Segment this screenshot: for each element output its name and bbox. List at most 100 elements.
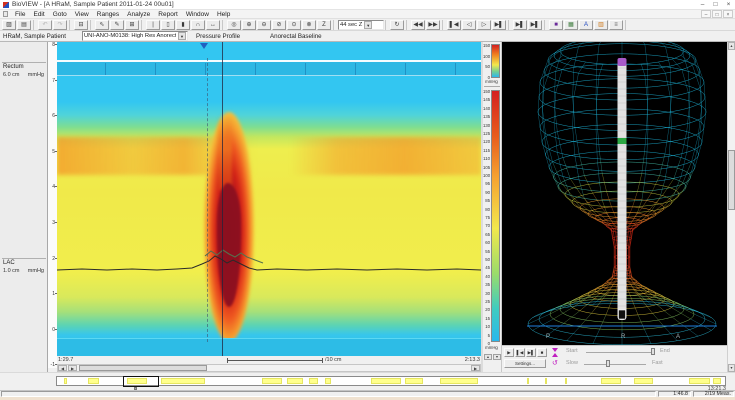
menu-goto[interactable]: Goto [49, 10, 71, 19]
scroll-down-icon[interactable]: ▼ [728, 364, 735, 372]
step-back-button[interactable]: ▌◀ [515, 348, 525, 357]
channel-rectum-name[interactable]: Rectum [3, 64, 24, 70]
recorded-segment[interactable] [287, 378, 303, 384]
event-marker-icon[interactable] [200, 43, 208, 49]
toolbar-next-event-icon[interactable]: ▷ [477, 20, 491, 30]
overview-strip[interactable] [56, 376, 726, 386]
rotate-icon[interactable]: ↺ [552, 359, 558, 367]
current-view-selection[interactable] [123, 376, 159, 387]
toolbar-view-annotations-icon[interactable]: A [579, 20, 593, 30]
event-start-cursor[interactable] [207, 58, 208, 342]
menu-report[interactable]: Report [154, 10, 182, 19]
step-forward-button[interactable]: ▶▌ [526, 348, 536, 357]
toolbar-marker-rect-icon[interactable]: ▯ [161, 20, 175, 30]
scale-down-icon[interactable]: ▼ [493, 354, 501, 360]
scroll-left-icon[interactable]: ◀ [58, 365, 67, 371]
heatmap-scrollbar[interactable]: ◀ ▶ ▶ [57, 364, 481, 372]
toolbar-next-measurement[interactable]: ▶▌ [528, 20, 542, 30]
recorded-segment[interactable] [64, 378, 67, 384]
toolbar-zoom-horizontal-icon[interactable]: ⊘ [272, 20, 286, 30]
recorded-segment[interactable] [262, 378, 282, 384]
toolbar-zoom-in-icon[interactable]: ⊕ [242, 20, 256, 30]
recorded-segment[interactable] [371, 378, 401, 384]
toolbar-marker-arc-icon[interactable]: ∩ [191, 20, 205, 30]
recorded-segment[interactable] [325, 378, 331, 384]
range-slider-track[interactable] [586, 352, 654, 353]
recorded-segment[interactable] [545, 378, 547, 384]
recorded-segment[interactable] [634, 378, 653, 384]
scale-up-icon[interactable]: ▲ [484, 354, 492, 360]
close-button[interactable]: × [722, 0, 735, 10]
scrollbar-thumb[interactable] [79, 365, 207, 371]
recorded-segment[interactable] [527, 378, 529, 384]
menu-window[interactable]: Window [182, 10, 213, 19]
chevron-down-icon[interactable]: ▼ [178, 32, 186, 40]
toolbar-fast-forward[interactable]: ▶▶ [426, 20, 440, 30]
toolbar-undo-icon[interactable]: ↶ [38, 20, 52, 30]
speed-slider-thumb[interactable] [606, 360, 610, 367]
toolbar-open-icon[interactable]: ▨ [2, 20, 16, 30]
menu-analyze[interactable]: Analyze [123, 10, 154, 19]
time-scale-select[interactable]: 44 sec Z▼ [338, 20, 384, 30]
3d-panel-scrollbar[interactable]: ▲ ▼ [727, 42, 735, 372]
menu-view[interactable]: View [71, 10, 93, 19]
pressure-heatmap[interactable] [57, 42, 481, 356]
toolbar-view-3d-icon[interactable]: ■ [549, 20, 563, 30]
toolbar-fast-rewind[interactable]: ◀◀ [411, 20, 425, 30]
time-cursor[interactable] [222, 42, 223, 356]
settings-button[interactable]: Settings... [504, 359, 546, 368]
scrollbar-thumb[interactable] [728, 150, 735, 210]
toolbar-view-events-icon[interactable]: ≡ [609, 20, 623, 30]
menu-ranges[interactable]: Ranges [93, 10, 123, 19]
stop-button[interactable]: ■ [537, 348, 547, 357]
toolbar-zoom-tool-icon[interactable]: ◎ [227, 20, 241, 30]
recorded-segment[interactable] [565, 378, 567, 384]
recorded-segment[interactable] [601, 378, 621, 384]
toolbar-zoom-reset-icon[interactable]: Z [317, 20, 331, 30]
toolbar-prev-event-icon[interactable]: ◁ [462, 20, 476, 30]
menu-help[interactable]: Help [213, 10, 234, 19]
toolbar-prev-measurement[interactable]: ▶▌ [513, 20, 527, 30]
speed-slider-track[interactable] [584, 364, 646, 365]
toolbar-marker-line-icon[interactable]: | [146, 20, 160, 30]
scroll-up-icon[interactable]: ▲ [728, 42, 735, 50]
toolbar-select-tool-icon[interactable]: ⇖ [95, 20, 109, 30]
toolbar-zoom-fit-icon[interactable]: ⊗ [302, 20, 316, 30]
toolbar-pencil-tool-icon[interactable]: ✎ [110, 20, 124, 30]
maximize-button[interactable]: □ [709, 0, 722, 10]
menu-edit[interactable]: Edit [29, 10, 48, 19]
toolbar-marker-span-icon[interactable]: ↔ [206, 20, 220, 30]
range-slider-thumb[interactable] [651, 348, 655, 355]
toolbar-save-icon[interactable]: ▤ [17, 20, 31, 30]
mdi-restore-button[interactable]: □ [712, 10, 722, 18]
toolbar-first-measurement[interactable]: ▌◀ [447, 20, 461, 30]
mdi-close-button[interactable]: × [723, 10, 733, 18]
menu-file[interactable]: File [11, 10, 29, 19]
recorded-segment[interactable] [405, 378, 423, 384]
channel-lac-name[interactable]: LAC [3, 260, 15, 266]
mdi-minimize-button[interactable]: – [701, 10, 711, 18]
toolbar-last-measurement[interactable]: ▶▌ [492, 20, 506, 30]
toolbar-view-colorscale-icon[interactable]: ▥ [594, 20, 608, 30]
toolbar-view-contour-icon[interactable]: ▦ [564, 20, 578, 30]
toolbar-marker-filled-icon[interactable]: ▮ [176, 20, 190, 30]
recorded-segment[interactable] [161, 378, 205, 384]
recorded-segment[interactable] [309, 378, 318, 384]
recorded-segment[interactable] [713, 378, 721, 384]
toolbar-redo-icon[interactable]: ↷ [53, 20, 67, 30]
3d-pressure-viewer[interactable]: PRA [502, 42, 727, 345]
play-button[interactable]: ▶ [504, 348, 514, 357]
toolbar-print-icon[interactable]: ⊟ [74, 20, 88, 30]
scroll-right-end-icon[interactable]: ▶ [471, 365, 480, 371]
toolbar-zoom-vertical-icon[interactable]: ⊙ [287, 20, 301, 30]
toolbar-zoom-out-icon[interactable]: ⊖ [257, 20, 271, 30]
recorded-segment[interactable] [440, 378, 478, 384]
recorded-segment[interactable] [689, 378, 710, 384]
toolbar-measure-tool-icon[interactable]: ⊞ [125, 20, 139, 30]
protocol-select[interactable]: UNI-ANO-M0138: High Res Anorectal ▼ [82, 31, 188, 41]
toolbar-refresh-icon[interactable]: ↻ [390, 20, 404, 30]
chevron-down-icon[interactable]: ▼ [364, 21, 372, 29]
hourglass-icon[interactable] [552, 348, 559, 357]
minimize-button[interactable]: – [696, 0, 709, 10]
scroll-right-icon[interactable]: ▶ [68, 365, 77, 371]
